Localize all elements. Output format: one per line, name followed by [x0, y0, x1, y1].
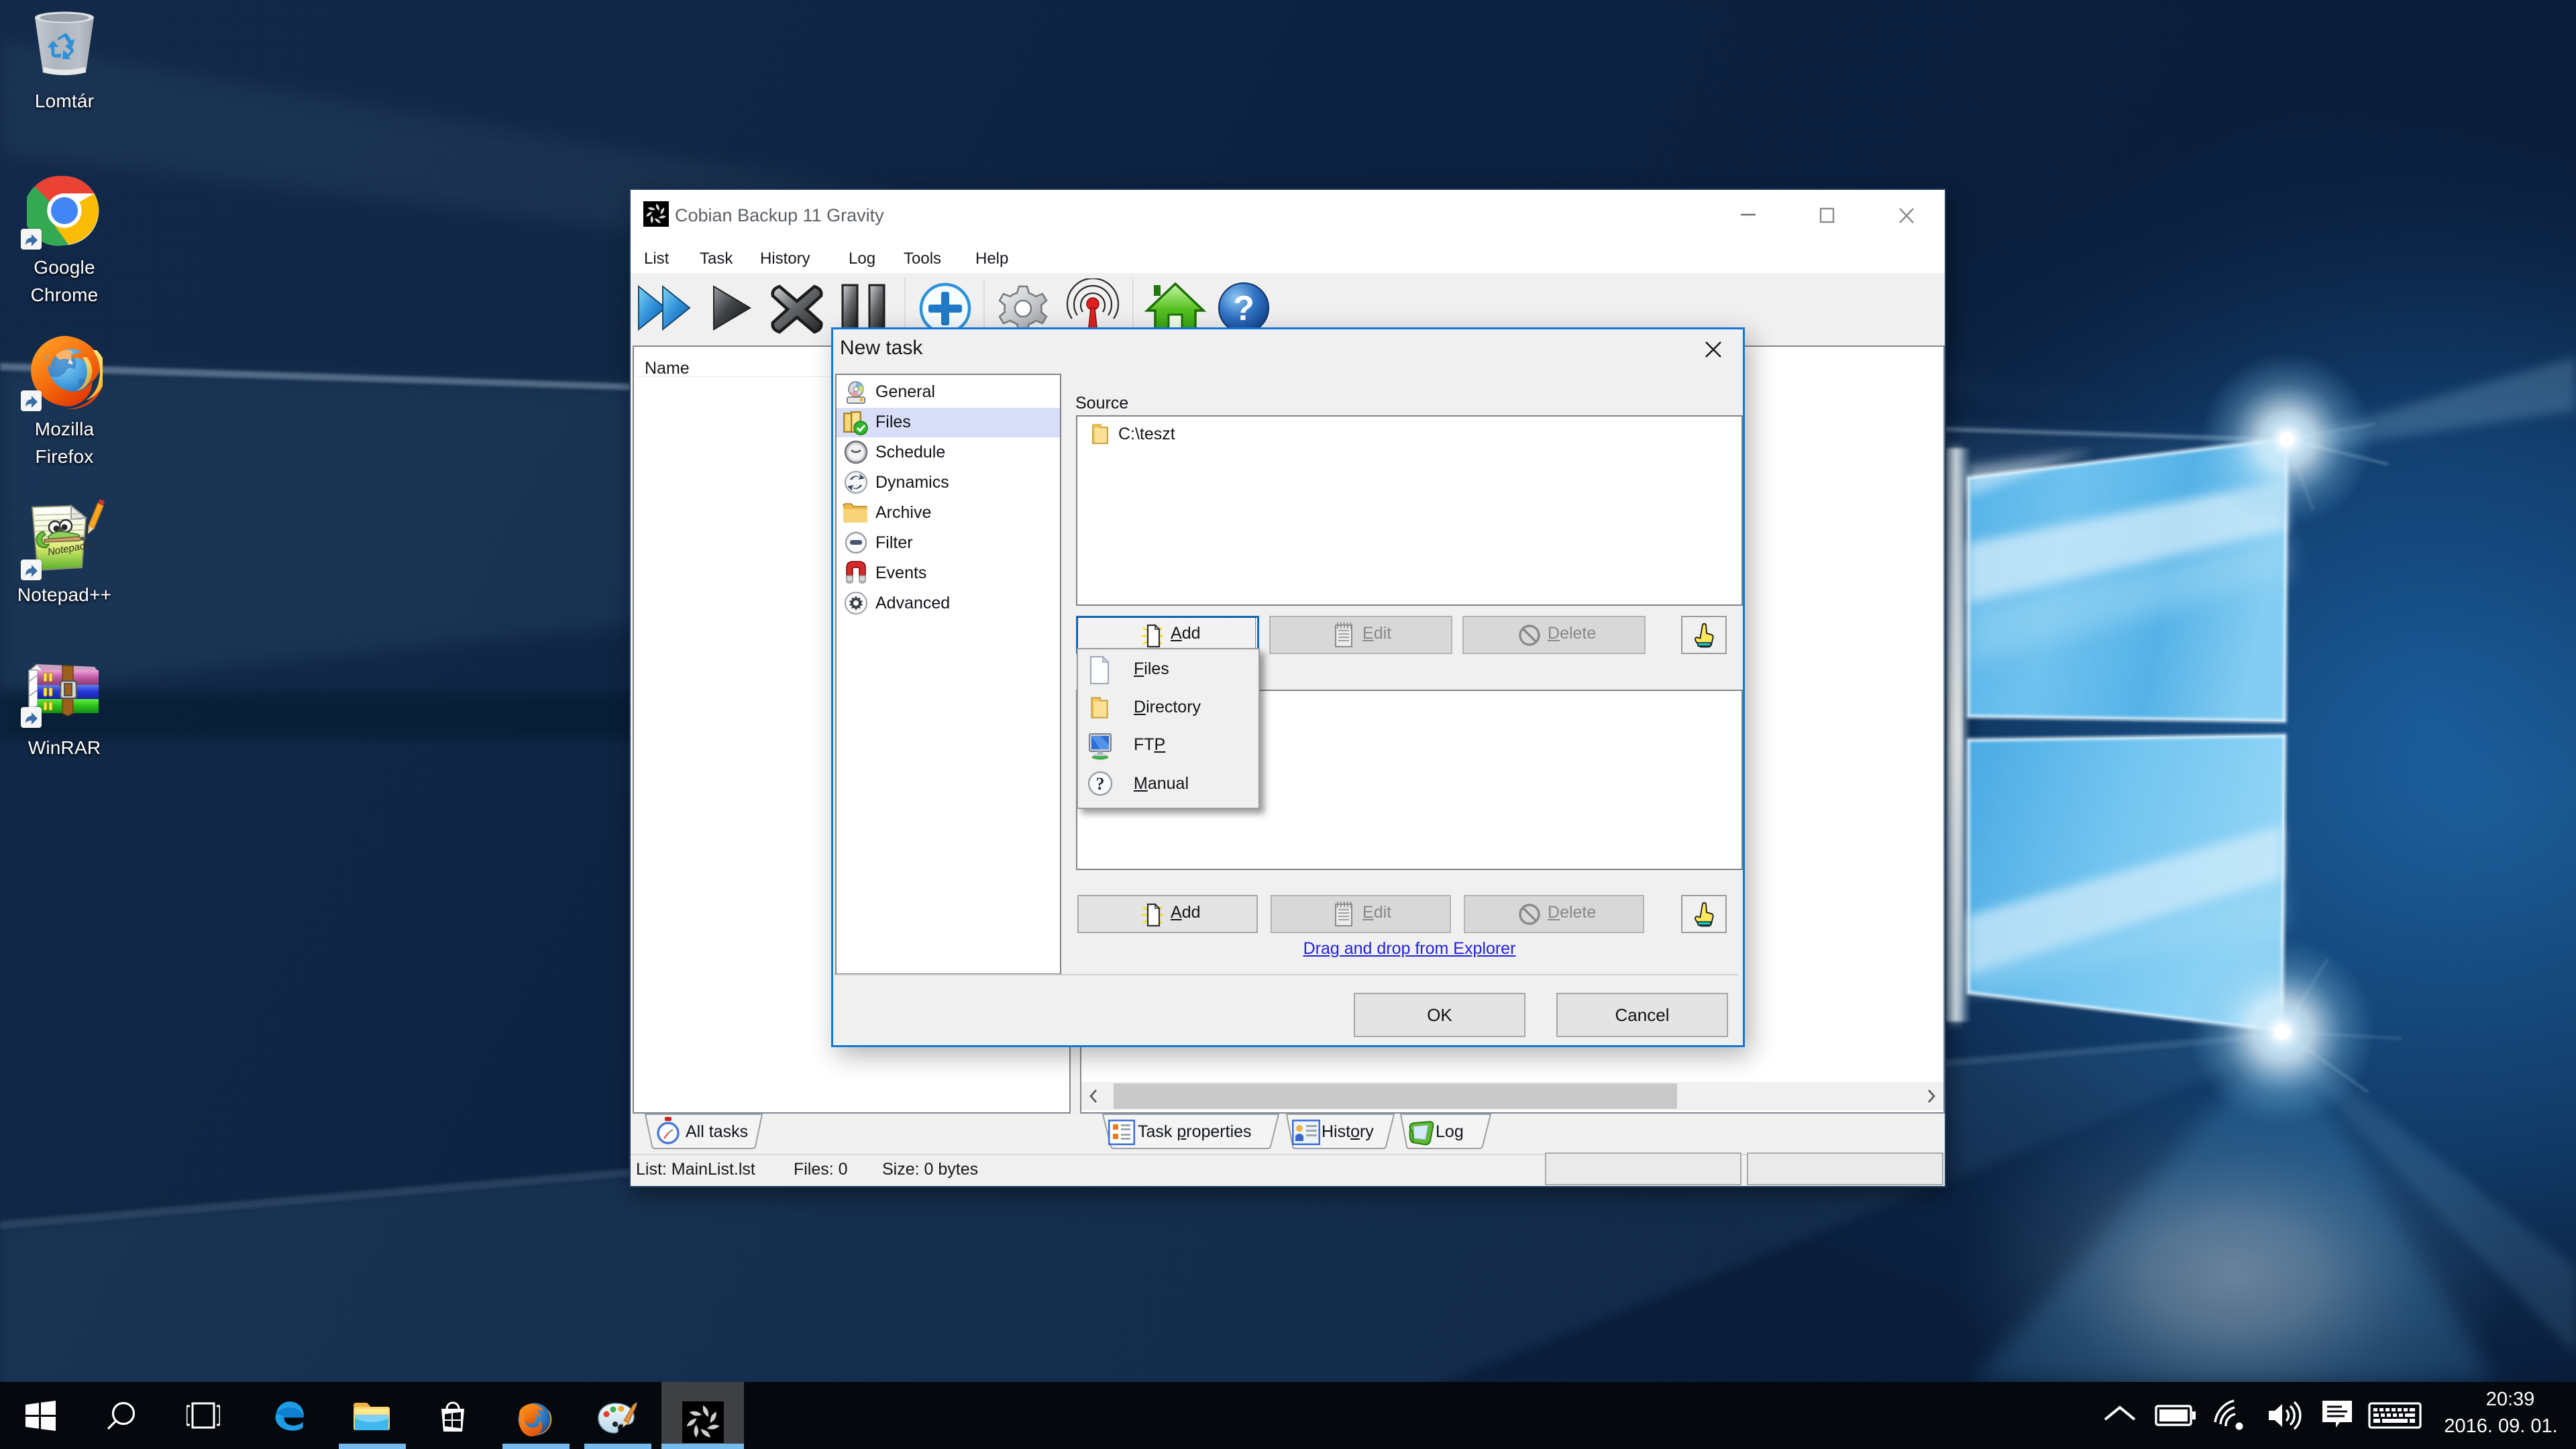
- svg-text:?: ?: [1096, 774, 1105, 794]
- svg-text:?: ?: [1233, 289, 1254, 328]
